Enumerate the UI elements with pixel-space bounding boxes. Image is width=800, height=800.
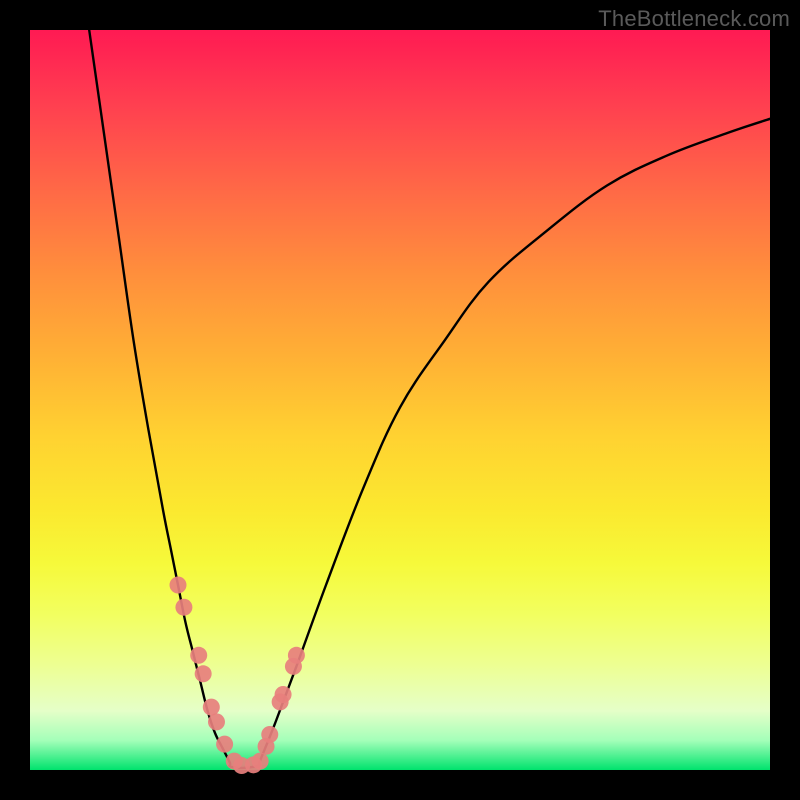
highlighted-dot bbox=[252, 753, 269, 770]
highlighted-dot bbox=[170, 577, 187, 594]
highlighted-dots-layer bbox=[170, 577, 305, 775]
bottleneck-curve bbox=[30, 30, 770, 770]
highlighted-dot bbox=[208, 713, 225, 730]
highlighted-dot bbox=[195, 665, 212, 682]
highlighted-dot bbox=[288, 647, 305, 664]
watermark-text: TheBottleneck.com bbox=[598, 6, 790, 32]
outer-frame: TheBottleneck.com bbox=[0, 0, 800, 800]
highlighted-dot bbox=[261, 726, 278, 743]
highlighted-dot bbox=[275, 686, 292, 703]
highlighted-dot bbox=[216, 736, 233, 753]
highlighted-dot bbox=[203, 699, 220, 716]
highlighted-dot bbox=[175, 599, 192, 616]
highlighted-dot bbox=[190, 647, 207, 664]
plot-area bbox=[30, 30, 770, 770]
